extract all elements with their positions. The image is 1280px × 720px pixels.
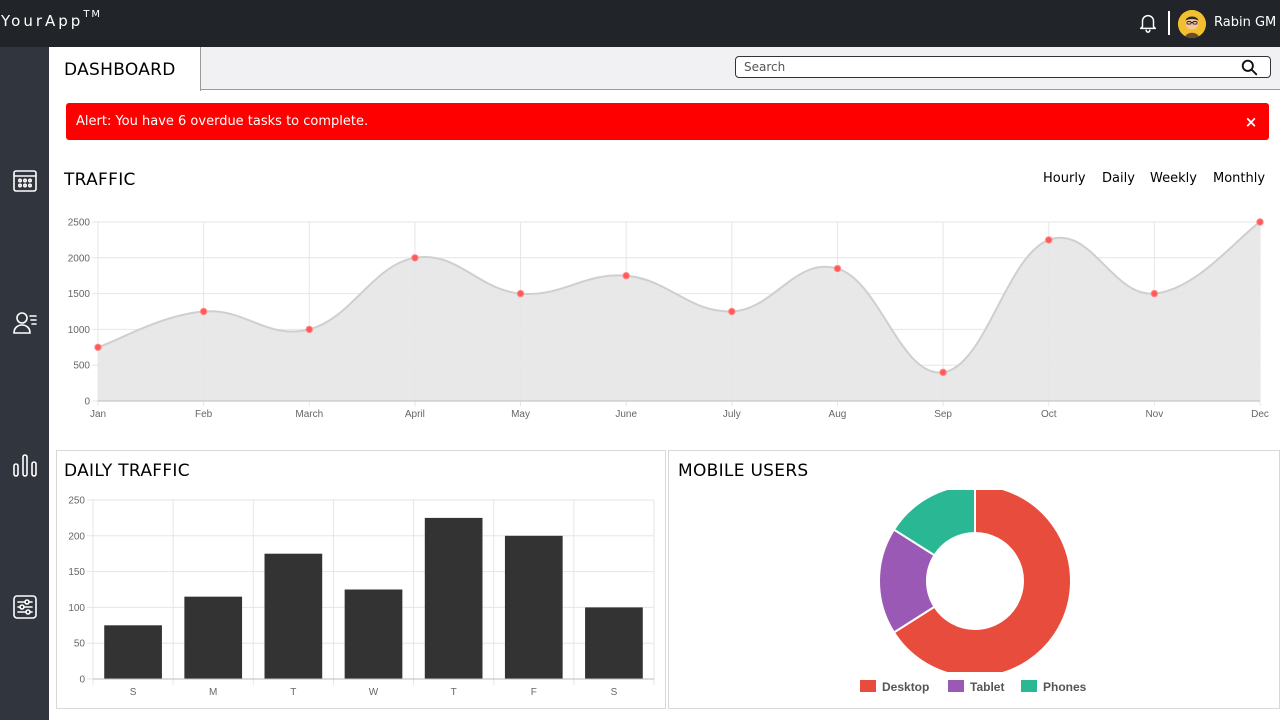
alert-banner: Alert: You have 6 overdue tasks to compl… bbox=[66, 103, 1269, 140]
bar-3 bbox=[344, 589, 403, 679]
x-tick-label: S bbox=[611, 687, 618, 698]
x-tick-label: W bbox=[369, 687, 379, 698]
bar-6 bbox=[585, 607, 643, 679]
y-tick-label: 500 bbox=[73, 361, 90, 372]
x-tick-label: M bbox=[209, 687, 217, 698]
legend-label: Desktop bbox=[882, 680, 930, 694]
data-point-aug bbox=[833, 264, 842, 273]
x-tick-label: F bbox=[531, 687, 537, 698]
bar-1 bbox=[184, 596, 243, 679]
data-point-march bbox=[305, 325, 313, 334]
bar-0 bbox=[104, 625, 162, 679]
top-bar: YourAppTM Rabin GM bbox=[0, 0, 1280, 47]
x-tick-label: Dec bbox=[1251, 409, 1269, 420]
y-tick-label: 1500 bbox=[68, 289, 91, 300]
bell-icon[interactable] bbox=[1137, 11, 1159, 33]
legend-label: Phones bbox=[1043, 680, 1087, 694]
bar-chart-icon[interactable] bbox=[12, 452, 38, 478]
avatar[interactable] bbox=[1178, 10, 1206, 38]
page-title: DASHBOARD bbox=[64, 60, 176, 80]
bar-4 bbox=[424, 517, 483, 679]
y-tick-label: 0 bbox=[79, 675, 85, 686]
y-tick-label: 150 bbox=[68, 567, 85, 578]
data-point-july bbox=[728, 307, 736, 316]
x-tick-label: Oct bbox=[1041, 409, 1057, 420]
x-tick-label: Nov bbox=[1145, 409, 1163, 420]
mobile-users-donut-chart bbox=[878, 490, 1072, 672]
users-list-icon[interactable] bbox=[12, 310, 38, 336]
brand-mark: TM bbox=[83, 9, 103, 20]
x-tick-label: March bbox=[295, 409, 323, 420]
avatar-face-icon bbox=[1178, 10, 1206, 38]
alert-message: Alert: You have 6 overdue tasks to compl… bbox=[76, 114, 369, 129]
data-point-nov bbox=[1150, 289, 1159, 298]
x-tick-label: July bbox=[723, 409, 741, 420]
daily-traffic-title: DAILY TRAFFIC bbox=[64, 461, 190, 481]
sliders-icon[interactable] bbox=[12, 594, 38, 620]
y-tick-label: 50 bbox=[74, 639, 86, 650]
x-tick-label: Aug bbox=[829, 409, 847, 420]
close-icon[interactable]: × bbox=[1243, 114, 1259, 130]
x-tick-label: May bbox=[511, 409, 530, 420]
y-tick-label: 200 bbox=[68, 531, 85, 542]
calendar-icon[interactable] bbox=[12, 168, 38, 194]
data-point-june bbox=[622, 271, 630, 280]
traffic-title: TRAFFIC bbox=[64, 170, 136, 190]
legend-label: Tablet bbox=[970, 680, 1005, 694]
mobile-users-title: MOBILE USERS bbox=[678, 461, 809, 481]
range-hourly-button[interactable]: Hourly bbox=[1043, 171, 1086, 186]
range-monthly-button[interactable]: Monthly bbox=[1213, 171, 1265, 186]
legend-swatch bbox=[1021, 680, 1037, 692]
y-tick-label: 100 bbox=[68, 603, 85, 614]
x-tick-label: Jan bbox=[90, 409, 106, 420]
legend-item-phones[interactable]: Phones bbox=[1021, 680, 1086, 694]
x-tick-label: April bbox=[405, 409, 425, 420]
legend-item-tablet[interactable]: Tablet bbox=[948, 680, 1004, 694]
x-tick-label: T bbox=[451, 687, 457, 698]
brand-name: YourApp bbox=[1, 12, 84, 30]
data-point-oct bbox=[1045, 236, 1053, 244]
y-tick-label: 2500 bbox=[68, 218, 91, 229]
data-point-dec bbox=[1256, 218, 1264, 226]
data-point-jan bbox=[94, 343, 102, 352]
y-tick-label: 0 bbox=[84, 397, 90, 408]
legend-swatch bbox=[860, 680, 876, 692]
data-point-april bbox=[411, 254, 419, 262]
range-weekly-button[interactable]: Weekly bbox=[1150, 171, 1197, 186]
y-tick-label: 1000 bbox=[68, 325, 91, 336]
search-input[interactable] bbox=[744, 59, 1224, 75]
x-tick-label: S bbox=[130, 687, 137, 698]
search-icon[interactable] bbox=[1241, 59, 1258, 76]
bar-5 bbox=[504, 535, 563, 679]
dashboard-tab[interactable]: DASHBOARD bbox=[49, 47, 201, 91]
range-daily-button[interactable]: Daily bbox=[1102, 171, 1135, 186]
sidebar bbox=[0, 47, 49, 720]
x-tick-label: Sep bbox=[934, 409, 952, 420]
search-box bbox=[735, 56, 1271, 78]
bar-2 bbox=[264, 553, 323, 679]
x-tick-label: Feb bbox=[195, 409, 213, 420]
user-name[interactable]: Rabin GM bbox=[1214, 15, 1276, 30]
data-point-may bbox=[516, 289, 525, 298]
data-point-sep bbox=[939, 368, 947, 377]
x-tick-label: June bbox=[615, 409, 637, 420]
daily-traffic-bar-chart: 0 50 100 150 200 250 S M T W T F S bbox=[68, 496, 655, 698]
y-tick-label: 2000 bbox=[68, 253, 91, 264]
divider bbox=[1168, 11, 1170, 35]
data-point-feb bbox=[199, 307, 208, 316]
y-tick-label: 250 bbox=[68, 496, 85, 507]
legend-item-desktop[interactable]: Desktop bbox=[860, 680, 929, 694]
app-logo[interactable]: YourAppTM bbox=[1, 9, 103, 30]
legend-swatch bbox=[948, 680, 964, 692]
x-tick-label: T bbox=[290, 687, 296, 698]
traffic-line-chart: 0 500 1000 1500 2000 2500 Jan Feb March April May J… bbox=[68, 218, 1269, 421]
